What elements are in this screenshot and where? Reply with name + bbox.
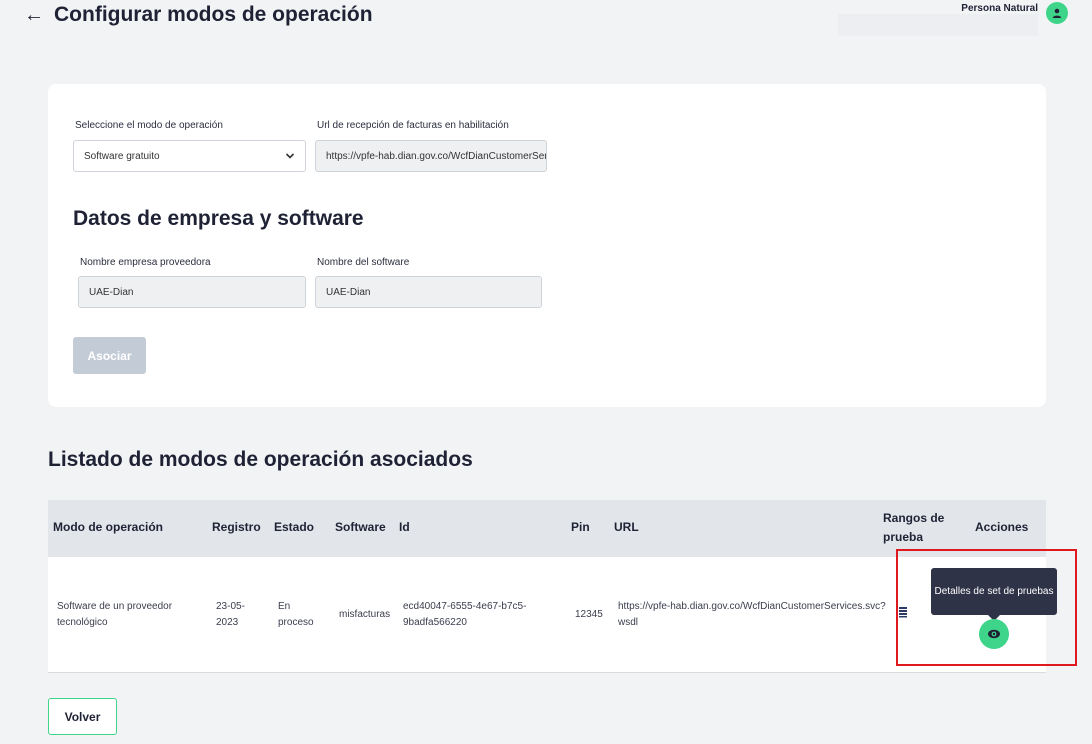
mode-select-value: Software gratuito	[84, 150, 160, 162]
col-registro: Registro	[212, 520, 261, 534]
provider-label: Nombre empresa proveedora	[80, 257, 211, 268]
mode-select[interactable]: Software gratuito	[73, 140, 306, 172]
cell-mode-line2: tecnológico	[57, 617, 108, 628]
cell-id-line2: 9badfa566220	[403, 617, 467, 628]
software-field: UAE-Dian	[315, 276, 542, 308]
user-label: Persona Natural	[961, 3, 1038, 14]
software-label: Nombre del software	[317, 257, 410, 268]
provider-field-value: UAE-Dian	[89, 286, 134, 298]
software-field-value: UAE-Dian	[326, 286, 371, 298]
col-url: URL	[614, 520, 639, 534]
col-acciones: Acciones	[975, 520, 1029, 534]
cell-registro-line1: 23-05-	[216, 601, 245, 612]
col-pin: Pin	[571, 520, 590, 534]
col-rangos-line1: Rangos de	[883, 511, 945, 525]
cell-estado-line2: proceso	[278, 617, 314, 628]
cell-estado-line1: En	[278, 601, 291, 612]
associate-button[interactable]: Asociar	[73, 337, 146, 374]
mode-select-label: Seleccione el modo de operación	[75, 120, 223, 131]
operation-mode-card	[48, 84, 1046, 407]
col-estado: Estado	[274, 520, 315, 534]
back-button[interactable]: Volver	[48, 698, 117, 735]
provider-field: UAE-Dian	[78, 276, 306, 308]
col-mode: Modo de operación	[53, 520, 164, 534]
highlight-annotation	[896, 549, 1077, 666]
cell-mode-line1: Software de un proveedor	[57, 601, 173, 612]
col-software: Software	[335, 520, 386, 534]
cell-url-line1: https://vpfe-hab.dian.gov.co/WcfDianCust…	[618, 601, 886, 612]
cell-pin: 12345	[575, 609, 603, 620]
col-rangos-line2: prueba	[883, 530, 924, 544]
url-field-value: https://vpfe-hab.dian.gov.co/WcfDianCust…	[326, 150, 547, 162]
user-avatar-icon[interactable]	[1046, 2, 1068, 24]
cell-url-line2: wsdl	[618, 617, 639, 628]
url-label: Url de recepción de facturas en habilita…	[317, 120, 509, 131]
col-id: Id	[399, 520, 410, 534]
cell-software: misfacturas	[339, 609, 391, 620]
url-field: https://vpfe-hab.dian.gov.co/WcfDianCust…	[315, 140, 547, 172]
back-arrow-icon[interactable]: ←	[24, 5, 44, 25]
list-title: Listado de modos de operación asociados	[48, 448, 473, 471]
cell-registro-line2: 2023	[216, 617, 239, 628]
chevron-down-icon	[285, 153, 295, 159]
company-section-title: Datos de empresa y software	[73, 207, 364, 230]
page-header: ← Configurar modos de operación	[24, 0, 373, 30]
page-title: Configurar modos de operación	[54, 3, 373, 26]
cell-id-line1: ecd40047-6555-4e67-b7c5-	[403, 601, 527, 612]
user-area[interactable]: Persona Natural	[961, 0, 1068, 24]
